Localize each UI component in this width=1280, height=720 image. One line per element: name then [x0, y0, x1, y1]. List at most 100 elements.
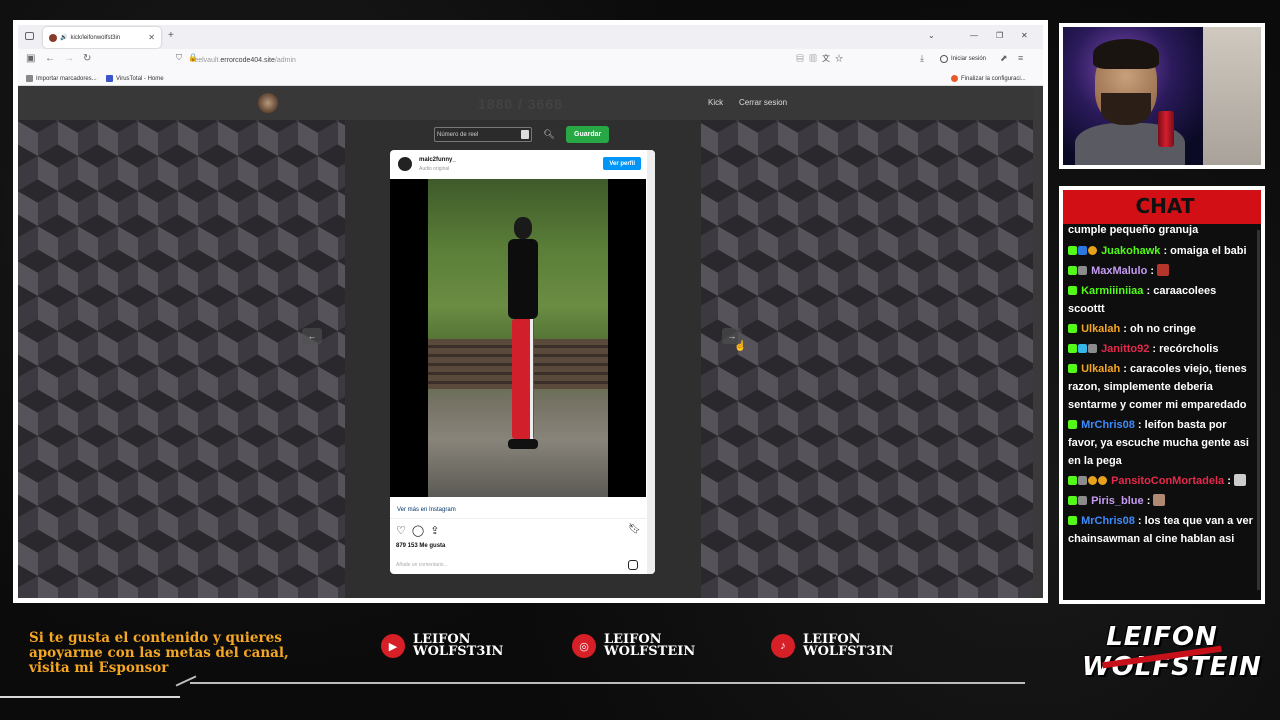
nav-bar: ▣ ← → ↻ reelvault. errorcode404.site/admi… [18, 49, 1043, 71]
chat-message-partial: cumple pequeño granuja [1068, 224, 1199, 236]
site-logo[interactable] [258, 93, 278, 113]
chat-title: CHAT [1135, 194, 1195, 218]
kick-badge-icon [1068, 286, 1077, 295]
spinner-icon[interactable] [521, 130, 529, 139]
embed-scrollbar[interactable] [647, 150, 655, 574]
sword-badge-icon [1078, 496, 1087, 505]
reel-input-placeholder: Número de reel [437, 131, 479, 138]
menu-icon[interactable]: ≡ [1018, 54, 1023, 63]
url-bar[interactable]: reelvault. errorcode404.site/admin [170, 52, 850, 68]
extensions-icon[interactable]: ⬈ [1000, 54, 1008, 63]
tabs-dropdown-icon[interactable]: ⌄ [928, 31, 935, 40]
ig-actions: ♡ ◯ ⇪ [396, 524, 439, 537]
nav-kick-link[interactable]: Kick [708, 98, 723, 107]
kick-badge-icon [1068, 266, 1077, 275]
kick-badge-icon [1068, 516, 1077, 525]
chat-username[interactable]: Ulkalah [1081, 363, 1120, 375]
social-line2: WOLFSTEIN [604, 644, 696, 659]
share-icon[interactable]: ⇪ [430, 524, 439, 537]
brand-logo: LEIFON WOLFSTEIN [1082, 622, 1261, 692]
back-icon[interactable]: ← [45, 54, 55, 64]
sidebar-icon[interactable]: ▣ [26, 54, 35, 64]
tiktok-social: ♪ LEIFON WOLFST3IN [771, 633, 893, 658]
see-more-link[interactable]: Ver más en Instagram [397, 507, 456, 513]
close-window-icon[interactable]: ✕ [1021, 31, 1028, 40]
chat-username[interactable]: MaxMalulo [1091, 265, 1147, 277]
youtube-icon: ▶ [381, 634, 405, 658]
tab-bar: 🔊 kick/leifonwolfst3in ✕ + ⌄ — ❐ ✕ [18, 25, 1043, 49]
forward-icon[interactable]: → [64, 54, 74, 64]
bookmark-icon[interactable]: 🔖︎ [628, 524, 641, 535]
chat-messages: Juakohawk : omaiga el babi MaxMalulo : K… [1068, 242, 1255, 550]
chat-text: : [1150, 265, 1158, 277]
url-path: /admin [274, 56, 296, 64]
tab-close-icon[interactable]: ✕ [148, 33, 155, 42]
ig-audio[interactable]: Audio original [419, 166, 449, 172]
tab-list-icon[interactable] [25, 32, 34, 40]
reel-video[interactable] [390, 179, 646, 497]
chat-username[interactable]: Ulkalah [1081, 323, 1120, 335]
arrow-right-icon: → [727, 331, 737, 341]
chat-text: : omaiga el babi [1163, 245, 1247, 257]
firefox-icon [951, 75, 958, 82]
arrow-left-icon: ← [307, 331, 317, 341]
finish-config-link[interactable]: Finalizar la configuraci... [951, 75, 1026, 82]
chat-username[interactable]: Janitto92 [1101, 343, 1149, 355]
emote-icon [1153, 494, 1166, 506]
new-tab-icon[interactable]: + [168, 30, 174, 41]
prime-badge-icon [1078, 246, 1087, 255]
chat-username[interactable]: MrChris08 [1081, 419, 1135, 431]
chat-username[interactable]: PansitoConMortadela [1111, 475, 1224, 487]
account-icon [940, 55, 948, 63]
import-icon [26, 75, 33, 82]
bookmark-virustotal[interactable]: VirusTotal - Home [106, 75, 164, 82]
chat-message: Juakohawk : omaiga el babi [1068, 242, 1255, 260]
chat-message: MrChris08 : leifon basta por favor, ya e… [1068, 416, 1255, 470]
nav-logout-link[interactable]: Cerrar sesion [739, 98, 787, 107]
person [506, 217, 542, 457]
restore-icon[interactable]: ❐ [996, 31, 1003, 40]
tab-active[interactable]: 🔊 kick/leifonwolfst3in ✕ [43, 27, 161, 48]
youtube-social: ▶ LEIFON WOLFST3IN [381, 633, 503, 658]
comment-input[interactable]: Añade un comentario... [396, 562, 448, 568]
bookmark-import[interactable]: Importar marcadores... [26, 75, 97, 82]
tab-title: kick/leifonwolfst3in [70, 34, 121, 41]
search-button[interactable]: 🔍︎ [540, 127, 558, 142]
like-count: 879 153 Me gusta [396, 543, 446, 549]
prev-reel-button[interactable]: ← [302, 328, 322, 344]
minimize-icon[interactable]: — [970, 31, 978, 40]
lock-icon[interactable]: 🔒 [188, 54, 198, 62]
chat-username[interactable]: Juakohawk [1101, 245, 1160, 257]
crown-badge-icon [1098, 476, 1107, 485]
chat-username[interactable]: Karmiiiniiaa [1081, 285, 1143, 297]
save-button[interactable]: Guardar [566, 126, 610, 143]
view-profile-button[interactable]: Ver perfil [603, 157, 641, 170]
chat-scrollbar[interactable] [1257, 230, 1260, 590]
cube-badge-icon [1078, 344, 1087, 353]
kick-badge-icon [1068, 496, 1077, 505]
avatar[interactable] [398, 157, 412, 171]
download-icon[interactable]: ⤓ [920, 54, 924, 63]
browser-window: 🔊 kick/leifonwolfst3in ✕ + ⌄ — ❐ ✕ ▣ ← →… [18, 25, 1043, 598]
reload-icon[interactable]: ↻ [83, 54, 91, 64]
instagram-icon[interactable] [628, 560, 638, 570]
signin-label: Iniciar sesión [951, 56, 987, 62]
chat-message: MaxMalulo : [1068, 262, 1255, 280]
chat-frame: CHAT cumple pequeño granuja Juakohawk : … [1059, 186, 1265, 604]
reel-number-input[interactable]: Número de reel [434, 127, 532, 142]
heart-icon[interactable]: ♡ [396, 524, 406, 537]
chat-username[interactable]: Piris_blue [1091, 495, 1144, 507]
divider-line [0, 675, 1025, 698]
shield-icon[interactable]: ⛉ [176, 54, 182, 62]
speaker-icon[interactable]: 🔊 [60, 34, 67, 41]
page-action-icons[interactable]: ▤▥文☆ [796, 53, 848, 64]
page-scrollbar[interactable] [1033, 86, 1043, 598]
hand-cursor-icon: ☝ [734, 341, 747, 352]
chat-text: : [1227, 475, 1234, 487]
web-page: 1880 / 3668 Kick Cerrar sesion Número de… [18, 86, 1043, 598]
search-icon: 🔍︎ [543, 129, 555, 139]
ig-username[interactable]: malc2funny_ [419, 157, 456, 163]
comment-icon[interactable]: ◯ [412, 524, 424, 537]
signin-button[interactable]: Iniciar sesión [940, 55, 986, 63]
chat-username[interactable]: MrChris08 [1081, 515, 1135, 527]
